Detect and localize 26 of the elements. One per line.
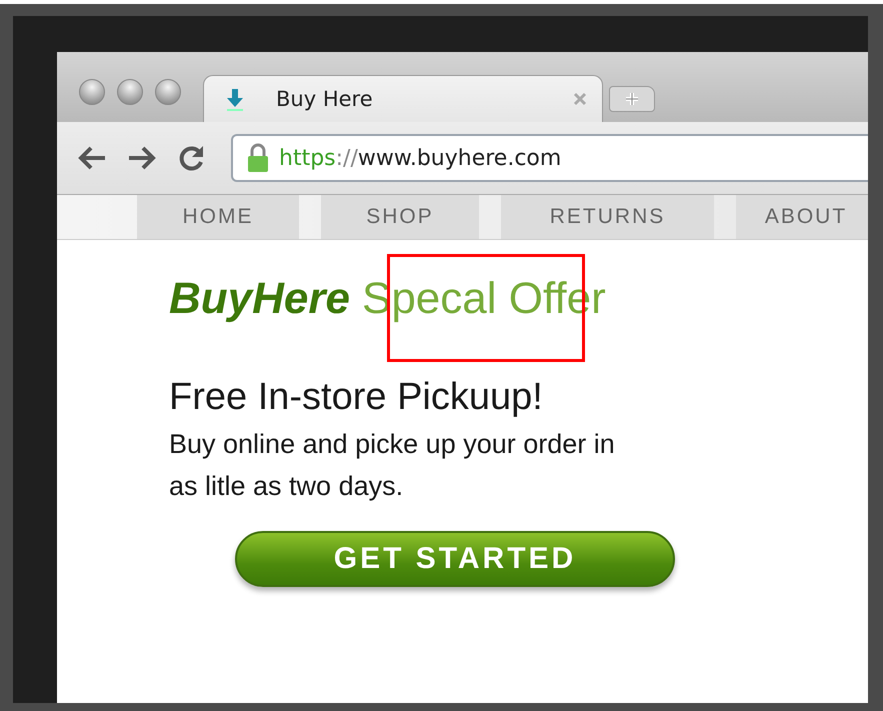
brand-name: BuyHere bbox=[169, 274, 350, 324]
download-icon bbox=[224, 87, 246, 111]
forward-button[interactable] bbox=[127, 145, 157, 171]
back-button[interactable] bbox=[77, 145, 107, 171]
tab-title: Buy Here bbox=[276, 87, 374, 111]
get-started-button[interactable]: GET STARTED bbox=[235, 531, 675, 587]
nav-link[interactable]: RETURNS bbox=[501, 195, 714, 239]
browser-tab[interactable]: Buy Here bbox=[203, 75, 603, 122]
forward-arrow-icon bbox=[127, 145, 157, 171]
nav-link[interactable]: SHOP bbox=[321, 195, 479, 239]
address-field[interactable]: https://www.buyhere.com bbox=[231, 134, 868, 182]
close-icon[interactable] bbox=[572, 91, 588, 107]
window-control-button[interactable] bbox=[155, 79, 181, 105]
new-tab-button[interactable] bbox=[609, 86, 655, 112]
window-control-button[interactable] bbox=[117, 79, 143, 105]
nav-link[interactable]: HOME bbox=[137, 195, 299, 239]
subheading: Free In-store Pickuup! bbox=[169, 376, 544, 419]
plus-icon bbox=[624, 91, 640, 107]
description-text: Buy online and picke up your order in as litle as two days. bbox=[169, 428, 616, 503]
url-text: https://www.buyhere.com bbox=[279, 146, 562, 170]
nav-link[interactable]: ABOUT bbox=[736, 195, 868, 239]
back-arrow-icon bbox=[77, 145, 107, 171]
padlock-icon bbox=[247, 143, 269, 173]
window-control-button[interactable] bbox=[79, 79, 105, 105]
reload-icon bbox=[177, 144, 205, 172]
reload-button[interactable] bbox=[177, 144, 205, 172]
